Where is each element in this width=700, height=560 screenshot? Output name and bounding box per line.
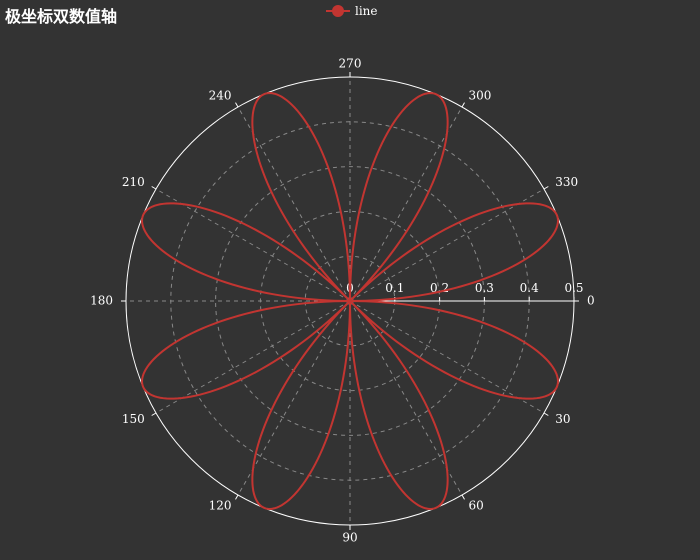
angle-tick-label: 150 bbox=[122, 412, 145, 426]
angle-tick-label: 60 bbox=[469, 499, 484, 513]
angle-grid-line bbox=[349, 300, 545, 414]
angle-tick bbox=[543, 186, 549, 190]
angle-tick-label: 90 bbox=[342, 531, 357, 545]
angle-grid-line bbox=[155, 188, 351, 302]
polar-chart: 03060901201501802102402703003300 0.1 0.2 0.… bbox=[90, 57, 595, 545]
angle-tick bbox=[543, 412, 549, 416]
radius-tick-label: 0.5 bbox=[564, 281, 583, 295]
angle-tick-label: 270 bbox=[339, 57, 362, 71]
angle-tick bbox=[235, 102, 239, 108]
angle-tick bbox=[461, 102, 465, 108]
angle-tick bbox=[151, 186, 157, 190]
angle-tick bbox=[461, 494, 465, 500]
angle-grid-line bbox=[237, 106, 351, 302]
radius-tick-label: 0.1 bbox=[385, 281, 404, 295]
angle-grid-line bbox=[349, 300, 463, 496]
angle-tick-label: 120 bbox=[209, 499, 232, 513]
angle-tick-label: 30 bbox=[555, 412, 570, 426]
angle-tick bbox=[235, 494, 239, 500]
angle-tick-label: 240 bbox=[209, 88, 232, 102]
radius-tick-label: 0.4 bbox=[520, 281, 539, 295]
angle-grid-line bbox=[237, 300, 351, 496]
angle-grid-line bbox=[349, 106, 463, 302]
angle-tick bbox=[151, 412, 157, 416]
angle-grid-line bbox=[155, 300, 351, 414]
angle-tick-label: 0 bbox=[587, 294, 595, 308]
angle-tick-label: 330 bbox=[555, 175, 578, 189]
angle-tick-label: 180 bbox=[90, 294, 113, 308]
angle-tick-label: 210 bbox=[122, 175, 145, 189]
angle-tick-label: 300 bbox=[469, 88, 492, 102]
radius-tick-label: 0.3 bbox=[475, 281, 494, 295]
